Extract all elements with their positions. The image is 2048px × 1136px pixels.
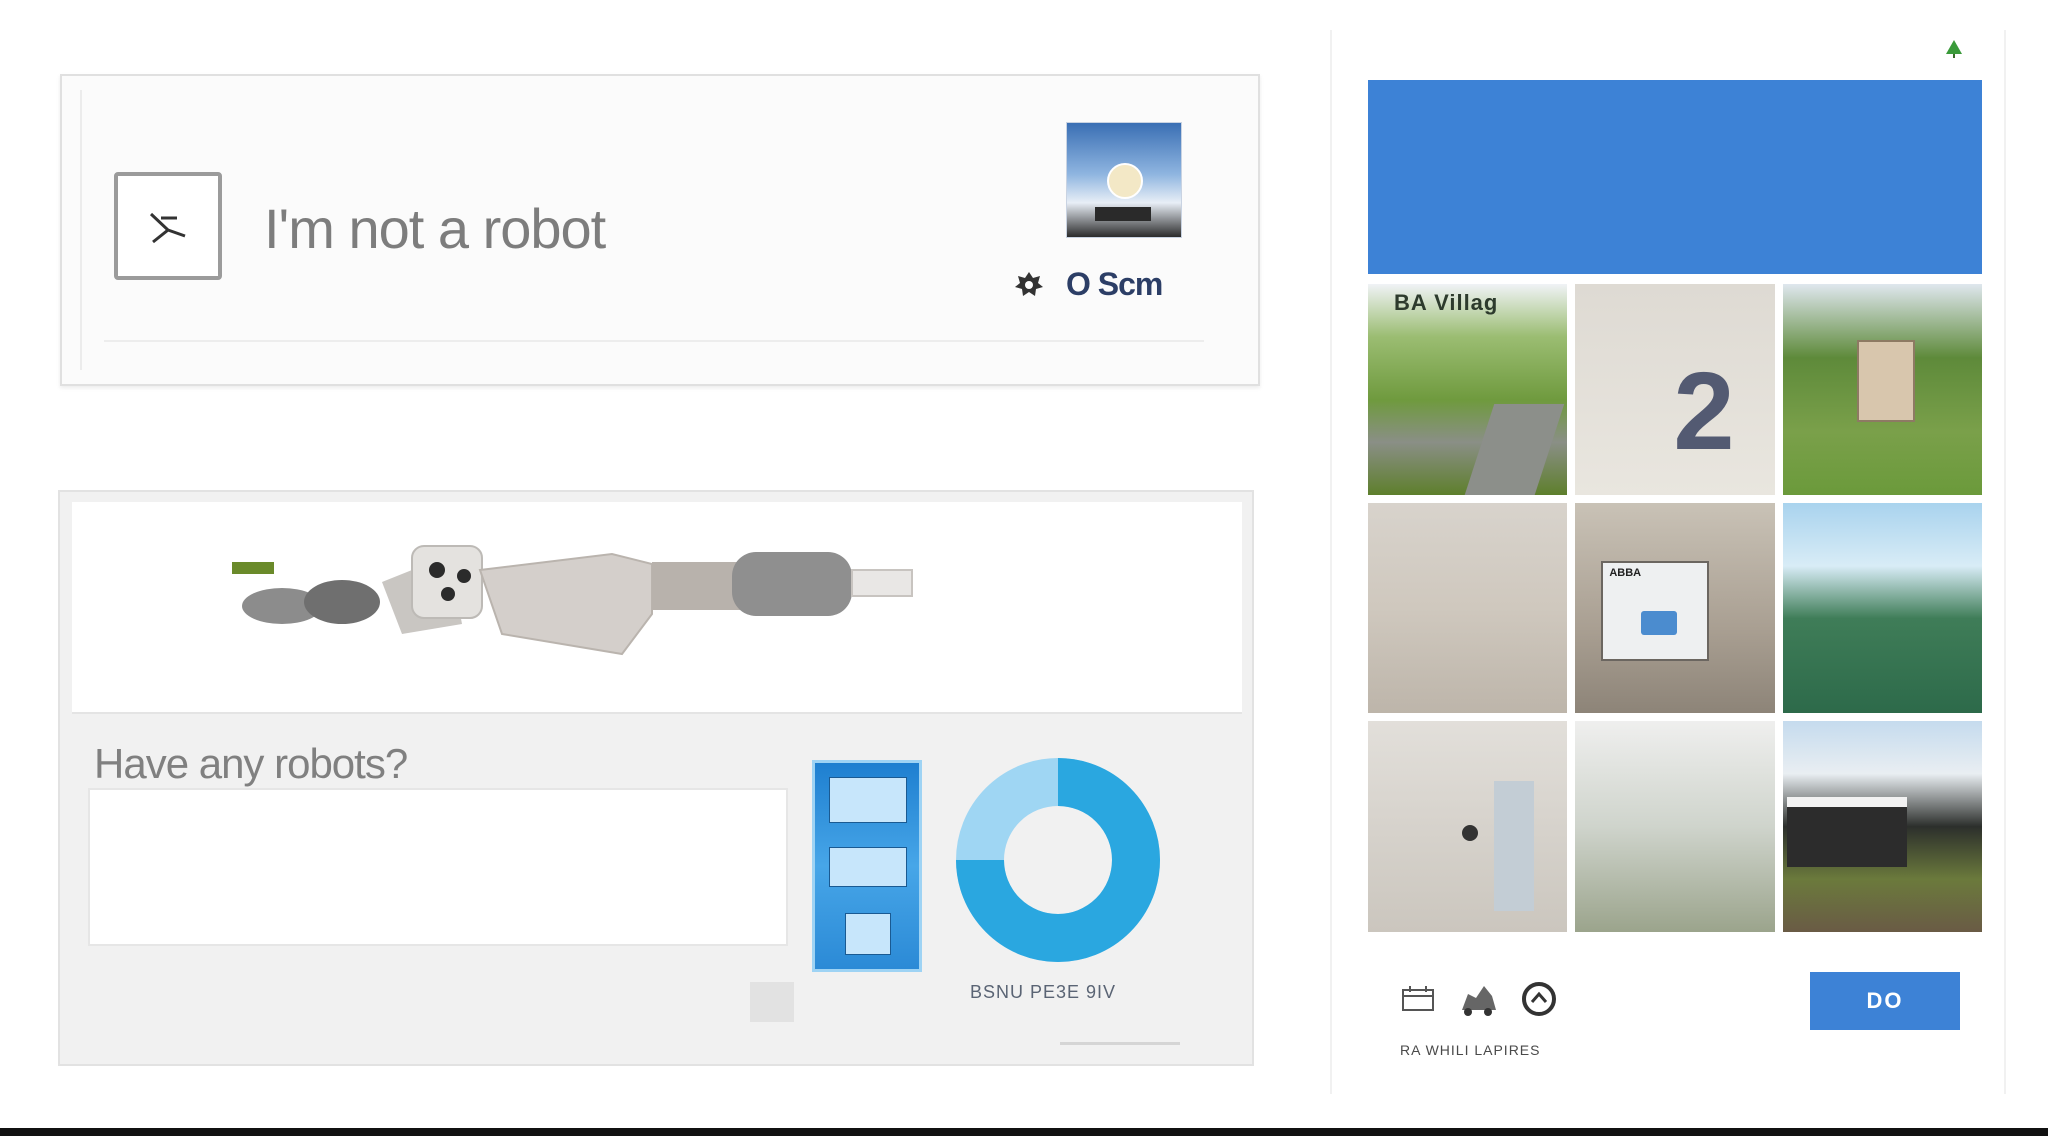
image-tiles: BA Villag 2 ABBA	[1368, 284, 1982, 932]
logo-tag	[1095, 207, 1151, 221]
panel-divider	[80, 90, 82, 370]
house-shape	[1856, 340, 1915, 422]
grid-instructions	[1368, 80, 1982, 274]
sign-screen	[1641, 610, 1678, 635]
progress-donut	[956, 758, 1160, 962]
settings-icon[interactable]	[1012, 268, 1046, 302]
screen-bottom-bar	[0, 1128, 2048, 1136]
footer-divider	[104, 340, 1204, 342]
challenge-panel: Have any robots? BSNU PE3E 9IV	[58, 490, 1254, 1066]
logo-orb	[1107, 163, 1143, 199]
grid-tile[interactable]	[1368, 721, 1568, 932]
grid-footer-icons	[1400, 980, 1558, 1018]
privacy-links: O Scm	[1012, 266, 1163, 303]
info-icon[interactable]	[1520, 980, 1558, 1018]
audio-icon[interactable]	[1456, 980, 1500, 1018]
not-robot-checkbox[interactable]	[114, 172, 222, 280]
grid-tile[interactable]	[1368, 502, 1568, 714]
road-shape	[1461, 404, 1565, 495]
captcha-checkbox-widget: I'm not a robot O Scm	[60, 74, 1260, 386]
tile-number: 2	[1673, 350, 1735, 473]
grid-tile[interactable]: ABBA	[1575, 502, 1775, 714]
grid-tile[interactable]: BA Villag	[1368, 284, 1568, 495]
challenge-banner	[72, 502, 1242, 714]
refresh-icon[interactable]	[1400, 984, 1436, 1014]
answer-input[interactable]	[88, 788, 788, 946]
placeholder-square	[750, 982, 794, 1022]
cursor-icon	[149, 212, 186, 244]
sign-label: ABBA	[1609, 566, 1642, 579]
building-door	[845, 913, 891, 955]
grid-tile[interactable]: 2	[1575, 284, 1775, 495]
caption-divider	[1060, 1042, 1180, 1045]
privacy-terms-link[interactable]: O Scm	[1066, 266, 1163, 303]
captcha-logo	[1066, 122, 1182, 238]
grid-tile[interactable]	[1782, 721, 1982, 932]
chart-caption: BSNU PE3E 9IV	[970, 982, 1117, 1002]
door-knob	[1462, 825, 1478, 842]
door-shape	[1494, 781, 1534, 912]
grid-footer-text: RA WHILI LAPIRES	[1400, 1042, 1541, 1058]
image-grid-challenge: BA Villag 2 ABBA RA WHILI LAPIRES DO	[1330, 30, 2006, 1094]
tree-icon	[1946, 40, 1962, 58]
grid-tile[interactable]	[1782, 502, 1982, 714]
building-shape	[1786, 797, 1907, 868]
building-image[interactable]	[812, 760, 922, 972]
sign-shape: ABBA	[1601, 560, 1710, 661]
robot-arm-illustration	[232, 545, 913, 656]
tile-caption: BA Villag	[1394, 290, 1499, 315]
verify-button[interactable]: DO	[1810, 972, 1960, 1030]
grid-tile[interactable]	[1782, 284, 1982, 495]
grid-tile[interactable]	[1575, 721, 1775, 932]
checkbox-label: I'm not a robot	[264, 197, 606, 260]
challenge-question: Have any robots?	[94, 740, 408, 787]
building-window	[829, 847, 907, 887]
building-window	[829, 777, 907, 823]
